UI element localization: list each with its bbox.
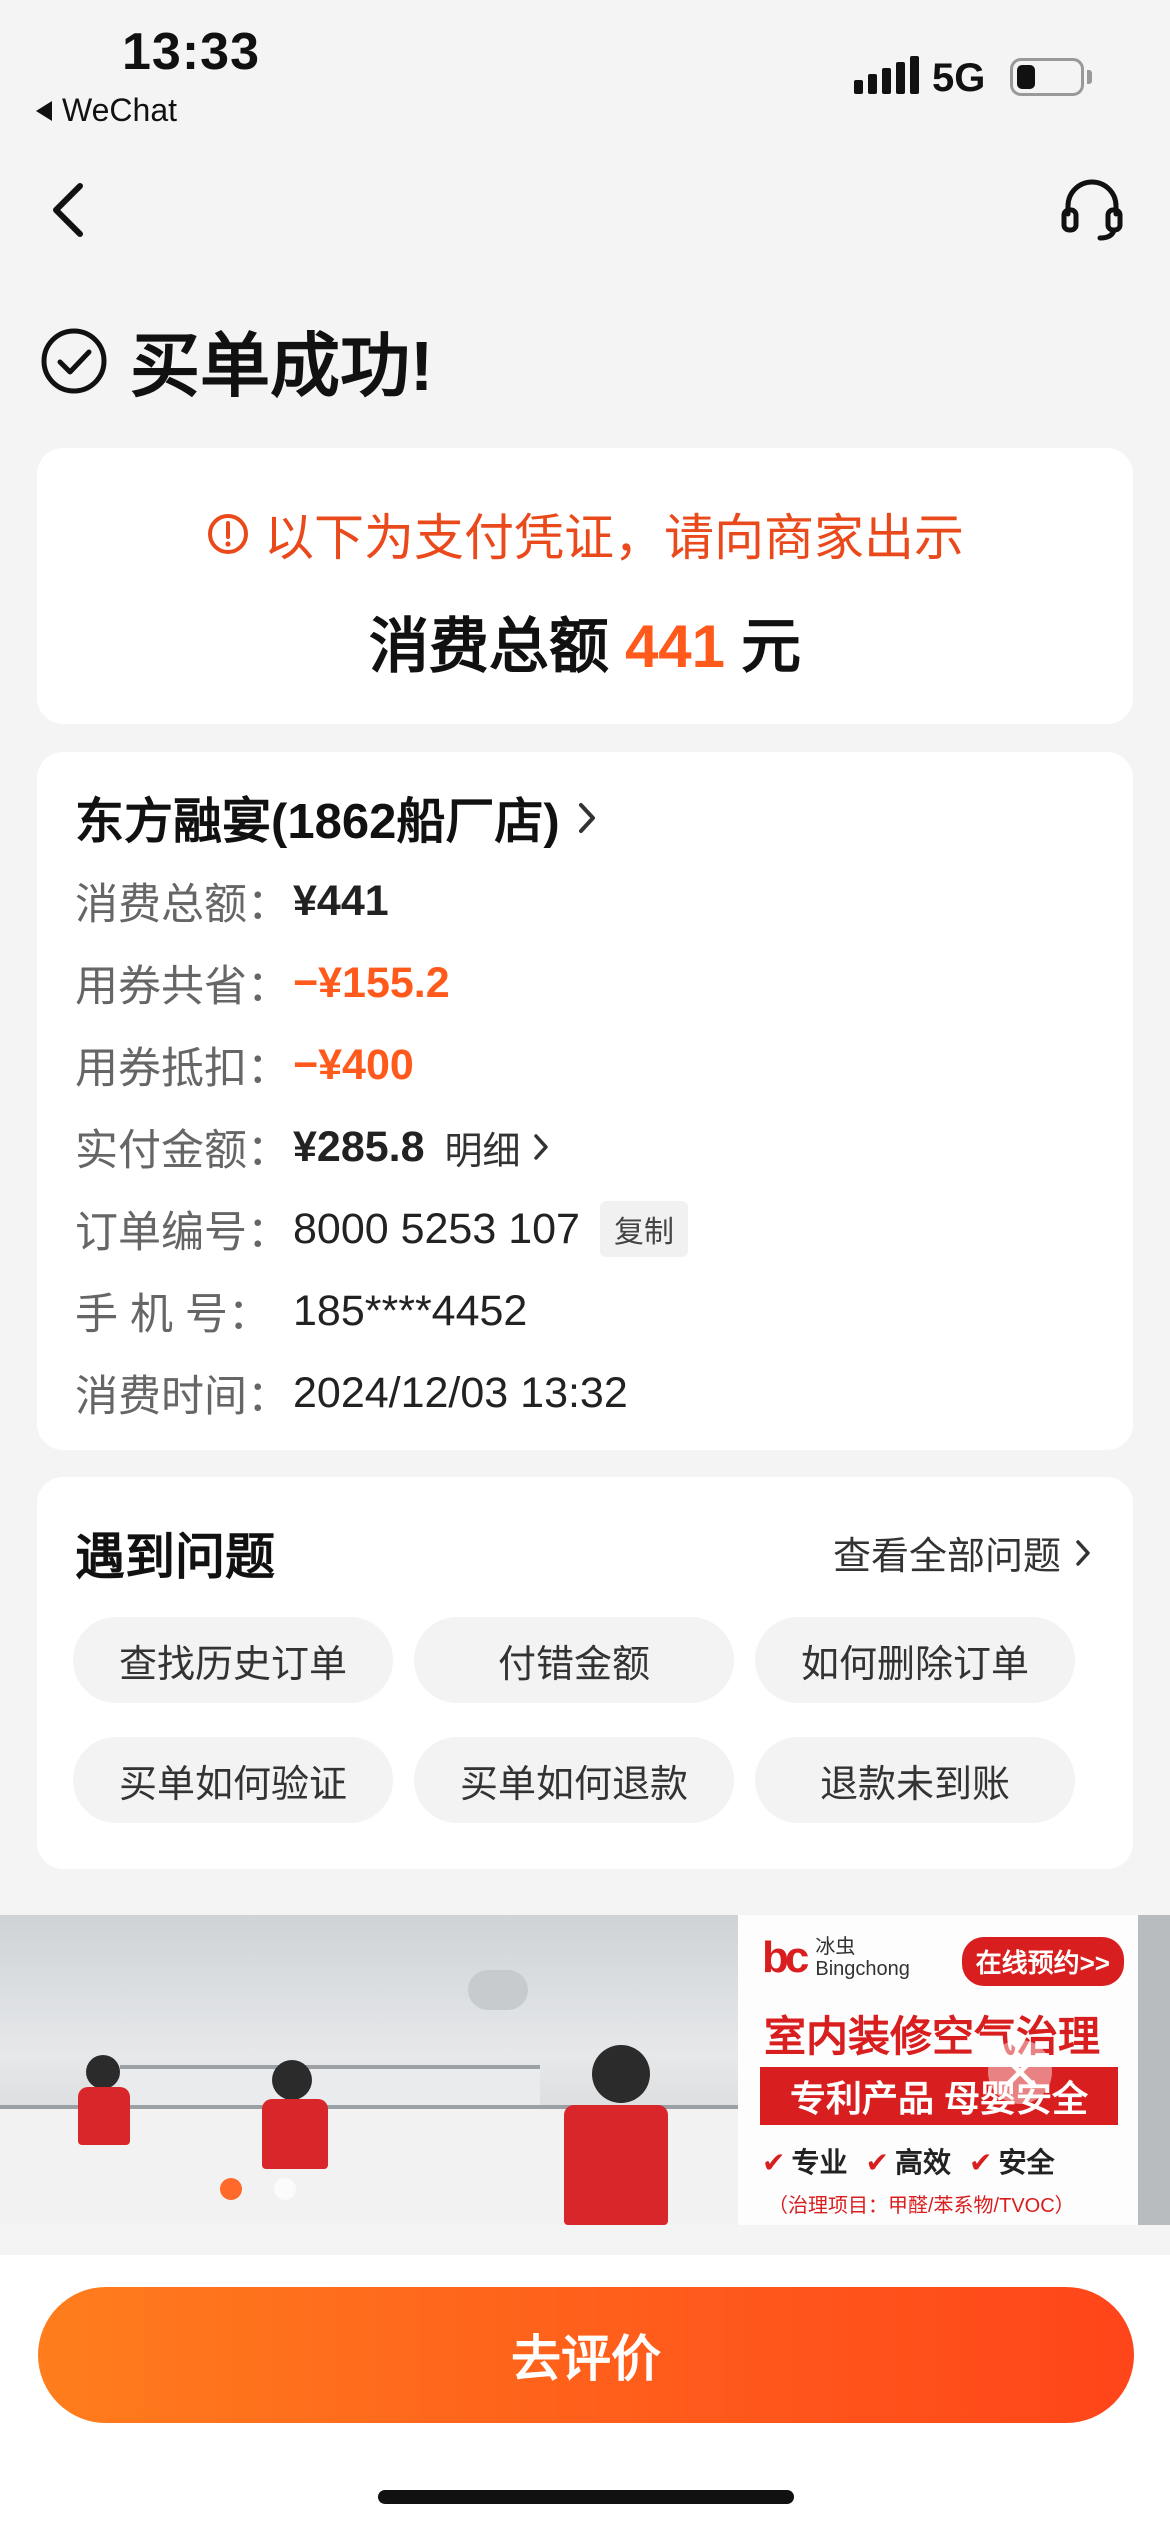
problem-chip[interactable]: 如何删除订单 [755, 1617, 1075, 1703]
detail-row-saved: 用券共省： −¥155.2 [75, 952, 450, 1014]
shop-name: 东方融宴(1862船厂店) [75, 795, 560, 849]
detail-value: ¥441 [293, 876, 389, 925]
brand-name-cn: 冰虫 [815, 1936, 856, 1958]
copy-button[interactable]: 复制 [599, 1201, 688, 1257]
voucher-total-label: 消费总额 [368, 613, 609, 680]
status-time: 13:33 [122, 23, 260, 81]
detail-row-deduction: 用券抵扣： −¥400 [75, 1034, 414, 1096]
battery-cap [1087, 70, 1092, 84]
chevron-right-icon [1076, 1539, 1090, 1566]
detail-label: 实付金额： [75, 1127, 290, 1175]
page-title: 买单成功! [130, 327, 434, 405]
back-chevron-icon[interactable] [48, 180, 88, 240]
breakdown-link[interactable]: 明细 [445, 1120, 549, 1175]
home-indicator[interactable] [378, 2490, 794, 2504]
detail-row-time: 消费时间： 2024/12/03 13:32 [75, 1362, 628, 1424]
ad-headline: 室内装修空气治理 [764, 2013, 1101, 2060]
view-all-label: 查看全部问题 [832, 1536, 1061, 1578]
detail-value: 2024/12/03 13:32 [293, 1368, 628, 1417]
detail-label: 订单编号： [75, 1209, 290, 1257]
ad-photo [0, 1915, 738, 2225]
detail-label: 消费时间： [75, 1373, 290, 1421]
voucher-notice: 以下为支付凭证，请向商家出示 [37, 498, 1133, 570]
detail-value: 8000 5253 107 [293, 1204, 580, 1253]
shop-link[interactable]: 东方融宴(1862船厂店) [75, 782, 598, 853]
alert-icon [208, 514, 248, 554]
detail-value: ¥285.8 [293, 1122, 425, 1171]
voucher-total: 消费总额 441 元 [37, 598, 1133, 685]
detail-label: 用券抵扣： [75, 1045, 290, 1093]
chevron-right-icon [578, 802, 595, 833]
check-circle-icon [41, 328, 107, 393]
carousel-dot[interactable] [274, 2178, 296, 2200]
problems-card: 遇到问题 查看全部问题 查找历史订单 付错金额 如何删除订单 买单如何验证 买单… [37, 1477, 1133, 1869]
back-to-app-link[interactable]: WeChat [36, 92, 177, 129]
detail-value: 185****4452 [293, 1286, 528, 1335]
ad-next-slide-edge [1138, 1915, 1170, 2225]
detail-label: 手 机 号： [75, 1291, 271, 1339]
signal-icon [854, 56, 919, 94]
ad-check-item: 安全 [969, 2141, 1054, 2181]
order-details-card: 东方融宴(1862船厂店) 消费总额： ¥441 用券共省： −¥155.2 用… [37, 752, 1133, 1450]
detail-value: −¥400 [293, 1040, 414, 1089]
success-header: 买单成功! [40, 310, 433, 411]
customer-service-icon[interactable] [1060, 178, 1124, 242]
problem-chip[interactable]: 买单如何退款 [414, 1737, 734, 1823]
voucher-total-unit: 元 [741, 613, 802, 680]
battery-icon [1010, 58, 1084, 96]
review-button[interactable]: 去评价 [38, 2287, 1134, 2423]
ad-check-item: 高效 [865, 2141, 951, 2181]
problem-chip[interactable]: 买单如何验证 [73, 1737, 393, 1823]
problem-chip[interactable]: 退款未到账 [755, 1737, 1075, 1823]
detail-value: −¥155.2 [293, 958, 450, 1007]
ad-panel: bc 冰虫 Bingchong 在线预约>> 室内装修空气治理 专利产品 母婴安… [738, 1915, 1138, 2225]
voucher-notice-text: 以下为支付凭证，请向商家出示 [264, 510, 964, 566]
detail-label: 用券共省： [75, 963, 290, 1011]
back-triangle-icon [36, 100, 52, 121]
ad-check-item: 专业 [762, 2141, 847, 2181]
book-online-badge: 在线预约>> [961, 1937, 1124, 1986]
view-all-problems-link[interactable]: 查看全部问题 [833, 1525, 1091, 1580]
ad-subline: 专利产品 母婴安全 [760, 2067, 1118, 2125]
brand-name-en: Bingchong [815, 1958, 910, 1980]
chevron-right-icon [533, 1134, 548, 1160]
close-ad-icon[interactable] [988, 2040, 1052, 2104]
network-type: 5G [932, 56, 986, 100]
detail-row-paid: 实付金额： ¥285.8 明细 [75, 1116, 549, 1178]
carousel-dots [220, 2178, 296, 2200]
ad-checks: 专业 高效 安全 [762, 2141, 1054, 2181]
breakdown-label: 明细 [444, 1130, 521, 1173]
voucher-total-amount: 441 [624, 613, 726, 680]
payment-voucher-card: 以下为支付凭证，请向商家出示 消费总额 441 元 [37, 448, 1133, 724]
problems-title: 遇到问题 [75, 1529, 275, 1585]
back-app-label: WeChat [62, 92, 178, 128]
ad-brand: bc 冰虫 Bingchong [762, 1933, 910, 1983]
problem-chip[interactable]: 查找历史订单 [73, 1617, 393, 1703]
detail-row-order-no: 订单编号： 8000 5253 107 复制 [75, 1198, 688, 1260]
ad-footnote: （治理项目：甲醛/苯系物/TVOC） [768, 2195, 1075, 2217]
carousel-dot-active[interactable] [220, 2178, 242, 2200]
detail-label: 消费总额： [75, 881, 290, 929]
detail-row-phone: 手 机 号： 185****4452 [75, 1280, 527, 1342]
detail-row-total: 消费总额： ¥441 [75, 870, 389, 932]
brand-logo: bc [762, 1933, 809, 1982]
problem-chip[interactable]: 付错金额 [414, 1617, 734, 1703]
